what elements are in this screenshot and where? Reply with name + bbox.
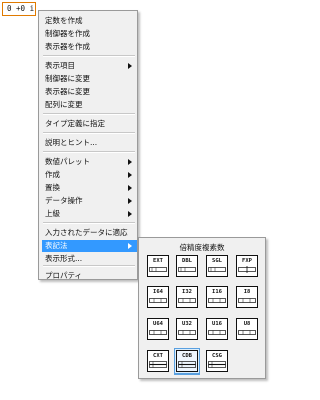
representation-tile-cxt[interactable]: CXT (147, 350, 169, 372)
menu-item-label: タイプ定義に指定 (45, 119, 105, 128)
menu-separator (43, 113, 135, 115)
tile-label: I8 (243, 289, 251, 295)
menu-item-label: データ操作 (45, 196, 83, 205)
tile-label: DBL (182, 258, 192, 264)
context-menu: 定数を作成制御器を作成 表示器を作成 表示項目制御器に変更 表示器に変更 配列に変更タイ… (38, 10, 138, 280)
submenu-title: 倍精度複素数 (179, 243, 225, 252)
representation-tile-dbl[interactable]: DBL (176, 255, 198, 277)
menu-separator (43, 265, 135, 267)
representation-tile-u16[interactable]: U16 (206, 318, 228, 340)
tile-label: U8 (243, 321, 251, 327)
representation-submenu: 倍精度複素数 EXT DBL SGL FXP I64 I32 I16 I8 U64 U32 U16 U… (138, 237, 266, 379)
menu-item-label: 入力されたデータに適応 (45, 228, 128, 237)
submenu-arrow-icon (128, 198, 132, 204)
menu-item[interactable]: 作成 (42, 169, 137, 181)
representation-tile-u8[interactable]: U8 (236, 318, 258, 340)
bit-layout-icon (149, 297, 167, 304)
menu-item[interactable]: 配列に変更 (42, 99, 137, 111)
numeric-constant[interactable]: 0 +0 i (2, 2, 36, 16)
representation-tile-i16[interactable]: I16 (206, 286, 228, 308)
tile-label: SGL (212, 258, 222, 264)
tile-label: CDB (182, 353, 192, 359)
submenu-arrow-icon (128, 63, 132, 69)
tile-label: U16 (212, 321, 222, 327)
menu-separator (43, 55, 135, 57)
menu-separator (43, 132, 135, 134)
submenu-arrow-icon (128, 172, 132, 178)
menu-item-label: 制御器を作成 (45, 29, 90, 38)
submenu-arrow-icon (128, 159, 132, 165)
menu-item[interactable]: 説明とヒント... (42, 137, 137, 149)
submenu-arrow-icon (128, 185, 132, 191)
bit-layout-icon (238, 297, 256, 304)
tile-label: I64 (153, 289, 163, 295)
representation-tile-csg[interactable]: CSG (206, 350, 228, 372)
tile-label: U32 (182, 321, 192, 327)
bit-layout-icon (149, 329, 167, 336)
representation-tile-u64[interactable]: U64 (147, 318, 169, 340)
menu-item[interactable]: 表示器に変更 (42, 86, 137, 98)
tile-label: U64 (153, 321, 163, 327)
menu-item[interactable]: 定数を作成 (42, 15, 137, 27)
tile-label: CSG (212, 353, 222, 359)
tile-label: EXT (153, 258, 163, 264)
menu-item[interactable]: 上級 (42, 208, 137, 220)
menu-item-label: 表記法 (45, 241, 68, 250)
tile-label: CXT (153, 353, 163, 359)
menu-item[interactable]: 数値パレット (42, 156, 137, 168)
tile-label: I16 (212, 289, 222, 295)
menu-item[interactable]: 表示項目 (42, 60, 137, 72)
menu-item-label: 説明とヒント... (45, 138, 98, 147)
bit-layout-icon (178, 329, 196, 336)
bit-layout-icon (238, 329, 256, 336)
bit-layout-icon (178, 266, 196, 273)
representation-tile-cdb[interactable]: CDB (174, 348, 200, 374)
bit-layout-icon (178, 361, 196, 368)
menu-item-label: プロパティ (45, 271, 83, 280)
menu-item-label: 表示器に変更 (45, 87, 90, 96)
bit-layout-icon (208, 361, 226, 368)
representation-tile-i8[interactable]: I8 (236, 286, 258, 308)
bit-layout-icon (178, 297, 196, 304)
menu-item-label: 作成 (45, 170, 60, 179)
tile-label: FXP (242, 258, 252, 264)
menu-item[interactable]: 表示器を作成 (42, 41, 137, 53)
bit-layout-icon (149, 266, 167, 273)
representation-tile-sgl[interactable]: SGL (206, 255, 228, 277)
menu-item[interactable]: 表示形式... (42, 253, 137, 265)
representation-tile-u32[interactable]: U32 (176, 318, 198, 340)
menu-item[interactable]: 制御器を作成 (42, 28, 137, 40)
bit-layout-icon (149, 361, 167, 368)
menu-item[interactable]: プロパティ (42, 270, 137, 282)
bit-layout-icon (208, 297, 226, 304)
bit-layout-icon (208, 329, 226, 336)
menu-item-label: 制御器に変更 (45, 74, 90, 83)
menu-separator (43, 151, 135, 153)
menu-item-label: 表示形式... (45, 254, 83, 263)
bit-layout-icon (208, 266, 226, 273)
menu-item[interactable]: 制御器に変更 (42, 73, 137, 85)
menu-separator (43, 222, 135, 224)
menu-item[interactable]: 置換 (42, 182, 137, 194)
submenu-arrow-icon (128, 211, 132, 217)
representation-tile-i64[interactable]: I64 (147, 286, 169, 308)
menu-item-label: 配列に変更 (45, 100, 83, 109)
menu-item[interactable]: データ操作 (42, 195, 137, 207)
menu-item-label: 置換 (45, 183, 60, 192)
representation-tile-fxp[interactable]: FXP (236, 255, 258, 277)
menu-item[interactable]: タイプ定義に指定 (42, 118, 137, 130)
menu-item-label: 表示器を作成 (45, 42, 90, 51)
menu-item-label: 上級 (45, 209, 60, 218)
tile-label: I32 (182, 289, 192, 295)
menu-item[interactable]: 表記法 (42, 240, 137, 252)
representation-tile-ext[interactable]: EXT (147, 255, 169, 277)
representation-tile-i32[interactable]: I32 (176, 286, 198, 308)
bit-layout-icon (238, 266, 256, 273)
menu-item-label: 数値パレット (45, 157, 90, 166)
menu-item-label: 表示項目 (45, 61, 75, 70)
menu-item[interactable]: 入力されたデータに適応 (42, 227, 137, 239)
menu-item-label: 定数を作成 (45, 16, 83, 25)
submenu-arrow-icon (128, 243, 132, 249)
